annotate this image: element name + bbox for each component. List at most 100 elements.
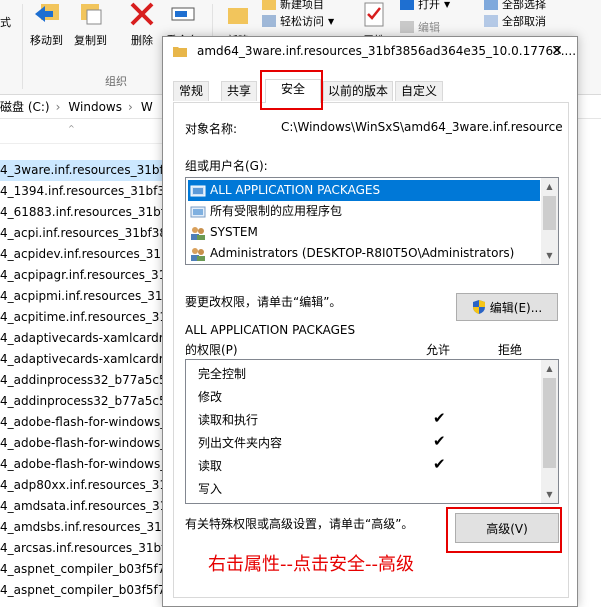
list-item-restricted-packages[interactable]: 所有受限制的应用程序包: [188, 201, 540, 222]
permission-name: 写入: [198, 482, 223, 496]
file-list-item[interactable]: 4_acpitime.inf.resources_31b: [0, 307, 165, 328]
file-list-item[interactable]: 4_acpidev.inf.resources_31b: [0, 244, 165, 265]
permission-name: 修改: [198, 390, 223, 404]
file-list-item[interactable]: 4_adobe-flash-for-windows_: [0, 412, 165, 433]
dialog-title: amd64_3ware.inf.resources_31bf3856ad364e…: [197, 44, 577, 58]
scrollbar-thumb[interactable]: [543, 196, 556, 230]
move-to-icon: [34, 4, 59, 22]
object-name-label: 对象名称:: [185, 122, 238, 136]
breadcrumb-winsxs[interactable]: W: [141, 100, 153, 114]
file-list-item[interactable]: 4_acpi.inf.resources_31bf385: [0, 223, 165, 244]
select-all-icon: [484, 0, 498, 10]
file-list-item[interactable]: 4_61883.inf.resources_31bf3: [0, 202, 165, 223]
file-list-item[interactable]: 4_adaptivecards-xamlcardre: [0, 349, 165, 370]
list-item-administrators[interactable]: Administrators (DESKTOP-R8I0T5O\Administ…: [188, 243, 540, 264]
edit-ribbon-button[interactable]: 编辑: [400, 19, 440, 35]
list-item-all-app-packages[interactable]: ALL APPLICATION PACKAGES: [188, 180, 540, 201]
groups-label: 组或用户名(G):: [185, 159, 268, 173]
file-list-item[interactable]: 4_amdsbs.inf.resources_31b: [0, 517, 165, 538]
file-list-item[interactable]: 4_addinprocess32_b77a5c56: [0, 370, 165, 391]
open-icon: [400, 0, 414, 10]
groups-scrollbar[interactable]: ▲ ▼: [541, 178, 558, 264]
breadcrumb-drive[interactable]: 磁盘 (C:): [0, 98, 50, 115]
select-none-icon: [484, 15, 498, 27]
file-list-item[interactable]: 4_aspnet_compiler_b03f5f7f: [0, 580, 165, 601]
folder-icon: [173, 47, 187, 57]
users-icon: [191, 226, 205, 240]
file-list-item[interactable]: 4_amdsata.inf.resources_31b: [0, 496, 165, 517]
delete-icon: [130, 2, 154, 26]
permission-name: 列出文件夹内容: [198, 436, 283, 450]
file-list-item[interactable]: 4_aspnet_compiler_b03f5f7f: [0, 559, 165, 580]
ribbon-cut-label: 式: [0, 16, 11, 29]
copy-to-button[interactable]: 复制到: [74, 2, 107, 48]
advanced-hint: 有关特殊权限或高级设置，请单击“高级”。: [185, 517, 414, 531]
user-group-icon: [190, 185, 206, 196]
new-folder-icon: [228, 8, 248, 24]
scrollbar-thumb[interactable]: [543, 378, 556, 468]
file-list-item[interactable]: 4_3ware.inf.resources_31bf3: [0, 160, 165, 181]
sort-caret-icon: ^: [68, 124, 75, 133]
select-none-button[interactable]: 全部取消: [484, 13, 546, 29]
file-list-item[interactable]: 4_adobe-flash-for-windows_: [0, 454, 165, 475]
permission-name: 读取和执行: [198, 413, 259, 427]
move-to-button[interactable]: 移动到: [30, 2, 63, 48]
permissions-listbox[interactable]: 完全控制 修改 读取和执行 ✔ 列出文件夹内容 ✔ 读取 ✔ 写入 ▲ ▼: [185, 359, 559, 504]
dialog-titlebar[interactable]: amd64_3ware.inf.resources_31bf3856ad364e…: [163, 37, 577, 67]
permissions-scrollbar[interactable]: ▲ ▼: [541, 360, 558, 503]
file-list-item[interactable]: 4_1394.inf.resources_31bf38: [0, 181, 165, 202]
file-list-item[interactable]: 4_addinprocess32_b77a5c56: [0, 391, 165, 412]
breadcrumb-separator: ›: [55, 99, 61, 114]
allow-check-icon: ✔: [433, 455, 446, 473]
new-item-icon: [262, 0, 276, 10]
tab-sharing[interactable]: 共享: [221, 81, 257, 101]
easy-access-button[interactable]: 轻松访问 ▼: [262, 13, 334, 29]
scroll-up-icon[interactable]: ▲: [541, 178, 558, 195]
edit-permissions-button[interactable]: 编辑(E)...: [456, 293, 558, 321]
column-header[interactable]: ^: [0, 124, 165, 144]
allow-column-header: 允许: [426, 343, 451, 357]
edit-icon: [400, 21, 414, 33]
users-icon: [191, 247, 205, 261]
scroll-down-icon[interactable]: ▼: [541, 247, 558, 264]
file-list-item[interactable]: 4_adp80xx.inf.resources_31b: [0, 475, 165, 496]
tab-general[interactable]: 常规: [173, 81, 209, 101]
allow-check-icon: ✔: [433, 432, 446, 450]
uac-shield-icon: [472, 300, 485, 314]
tab-previous-versions[interactable]: 以前的版本: [323, 81, 393, 101]
tab-security[interactable]: 安全: [265, 79, 321, 103]
breadcrumb-windows[interactable]: Windows: [68, 100, 122, 114]
rename-icon: [171, 7, 194, 21]
groups-listbox[interactable]: ALL APPLICATION PACKAGES 所有受限制的应用程序包 SYS…: [185, 177, 559, 265]
change-permissions-hint: 要更改权限，请单击“编辑”。: [185, 295, 342, 309]
highlight-advanced-button: [446, 507, 562, 553]
file-list-item[interactable]: 4_acpipmi.inf.resources_31b: [0, 286, 165, 307]
file-list-item[interactable]: 4_acpipagr.inf.resources_31: [0, 265, 165, 286]
breadcrumb-separator: ›: [128, 99, 133, 114]
file-list-item[interactable]: 4_adobe-flash-for-windows_: [0, 433, 165, 454]
new-item-button[interactable]: 新建项目: [262, 0, 324, 12]
close-button[interactable]: ✕: [547, 41, 567, 61]
file-list: ^ 4_3ware.inf.resources_31bf3 4_1394.inf.…: [0, 124, 165, 607]
chevron-down-icon: ▼: [328, 16, 335, 26]
open-button[interactable]: 打开 ▼: [400, 0, 450, 12]
tab-customize[interactable]: 自定义: [395, 81, 443, 101]
permission-name: 完全控制: [198, 367, 247, 381]
scroll-down-icon[interactable]: ▼: [541, 486, 558, 503]
instruction-annotation: 右击属性--点击安全--高级: [208, 554, 414, 575]
user-group-icon: [190, 206, 206, 217]
file-list-item[interactable]: 4_arcsas.inf.resources_31bf3: [0, 538, 165, 559]
permission-name: 读取: [198, 459, 223, 473]
permissions-label: 的权限(P): [185, 343, 238, 357]
easy-access-icon: [262, 15, 276, 27]
select-all-button[interactable]: 全部选择: [484, 0, 546, 12]
delete-button[interactable]: 删除: [128, 2, 156, 48]
file-list-item[interactable]: 4_adaptivecards-xamlcardre: [0, 328, 165, 349]
ribbon-divider: [22, 4, 23, 89]
chevron-down-icon: ▼: [444, 0, 451, 9]
deny-column-header: 拒绝: [498, 343, 523, 357]
permissions-for-title: ALL APPLICATION PACKAGES: [185, 323, 356, 337]
scroll-up-icon[interactable]: ▲: [541, 360, 558, 377]
list-item-system[interactable]: SYSTEM: [188, 222, 540, 243]
copy-to-icon: [80, 4, 101, 25]
